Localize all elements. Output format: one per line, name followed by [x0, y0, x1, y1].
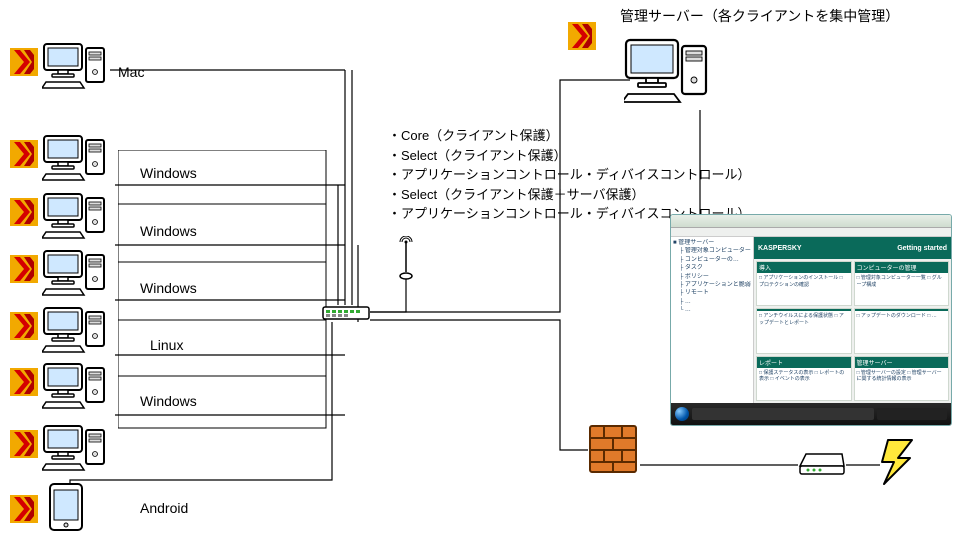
- management-console-screenshot: ■ 管理サーバー ├ 管理対象コンピューター ├ コンピューターの… ├ タスク…: [670, 214, 952, 426]
- client-os-label: Mac: [118, 64, 144, 80]
- kaspersky-badge-icon: [10, 368, 38, 396]
- client-computer-icon: [42, 304, 112, 354]
- client-os-label: Windows: [140, 223, 197, 239]
- console-banner: KASPERSKY Getting started: [754, 237, 951, 259]
- kaspersky-badge-icon: [10, 198, 38, 226]
- diagram-title: 管理サーバー（各クライアントを集中管理）: [620, 6, 899, 26]
- management-server-icon: [624, 36, 714, 106]
- feature-item: ・アプリケーションコントロール・ディバイスコントロール）: [388, 165, 750, 185]
- client-os-label: Linux: [150, 337, 183, 353]
- client-os-label: Windows: [140, 393, 197, 409]
- feature-item: ・Select（クライアント保護＋サーバ保護）: [388, 185, 750, 205]
- client-os-label: Android: [140, 500, 188, 516]
- wireless-antenna-icon: [397, 236, 415, 280]
- window-titlebar: [671, 215, 951, 228]
- feature-list: ・Core（クライアント保護） ・Select（クライアント保護） ・アプリケー…: [388, 126, 750, 224]
- client-os-label: Windows: [140, 280, 197, 296]
- feature-item: ・Select（クライアント保護）: [388, 146, 750, 166]
- network-switch-icon: [322, 304, 370, 322]
- kaspersky-badge-icon: [10, 140, 38, 168]
- modem-icon: [798, 448, 846, 476]
- kaspersky-badge-icon: [568, 22, 596, 50]
- client-computer-icon: [42, 360, 112, 410]
- windows-taskbar: [671, 403, 951, 425]
- client-computer-icon: [42, 40, 112, 90]
- client-computer-icon: [42, 422, 112, 472]
- kaspersky-badge-icon: [10, 255, 38, 283]
- window-menubar: [671, 228, 951, 237]
- feature-item: ・Core（クライアント保護）: [388, 126, 750, 146]
- firewall-icon: [586, 422, 640, 476]
- start-orb-icon: [675, 407, 689, 421]
- kaspersky-badge-icon: [10, 48, 38, 76]
- console-panels: 導入□ アプリケーションのインストール □ プロテクションの確認 コンピューター…: [754, 259, 951, 403]
- tablet-icon: [48, 482, 84, 532]
- lightning-icon: [878, 438, 926, 486]
- client-computer-icon: [42, 190, 112, 240]
- kaspersky-badge-icon: [10, 312, 38, 340]
- console-tree: ■ 管理サーバー ├ 管理対象コンピューター ├ コンピューターの… ├ タスク…: [671, 237, 754, 403]
- client-computer-icon: [42, 132, 112, 182]
- client-computer-icon: [42, 247, 112, 297]
- client-os-label: Windows: [140, 165, 197, 181]
- kaspersky-badge-icon: [10, 430, 38, 458]
- kaspersky-badge-icon: [10, 495, 38, 523]
